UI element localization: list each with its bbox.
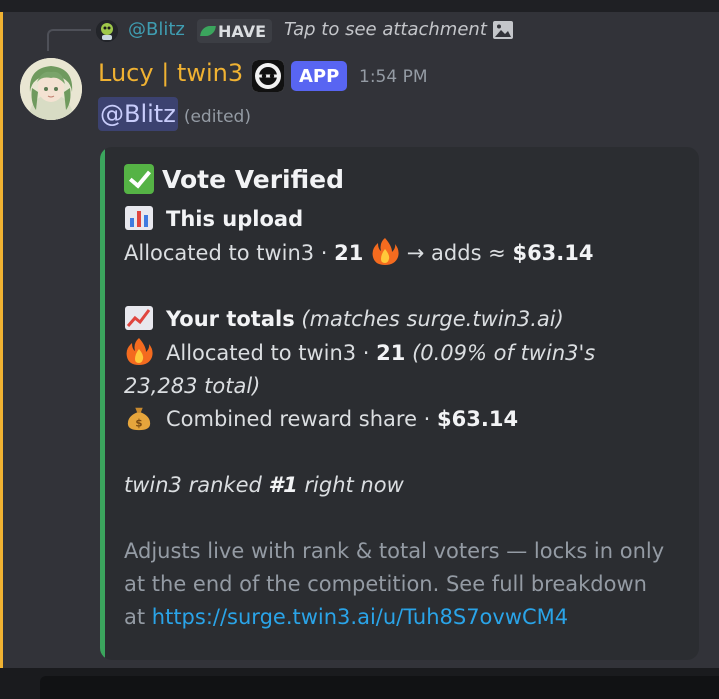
money-bag-icon: $ [127,407,151,431]
reward-prefix: Combined reward share · [166,407,438,431]
reply-preview-text[interactable]: Tap to see attachment [284,19,487,40]
svg-text:$: $ [135,418,142,429]
vote-embed: Vote Verified This upload Allocated to t… [100,147,699,660]
upload-heading: This upload [166,207,304,231]
upload-heading-line: This upload [124,203,684,236]
rank-value: #1 [268,473,298,497]
reply-avatar[interactable] [96,20,118,42]
totals-note: (matches surge.twin3.ai) [301,307,564,331]
reply-connector [47,29,91,51]
leaf-icon [200,26,216,36]
embed-accent-bar [100,147,105,660]
message-content: @Blitz (edited) [98,97,251,131]
alloc-count: 21 [376,341,406,365]
alloc-line-2: 23,283 total) [124,370,684,403]
rank-suffix: right now [297,473,404,497]
footer-prefix: at [124,605,152,629]
embed-title: Vote Verified [124,161,684,197]
reply-username[interactable]: @Blitz [128,19,185,40]
footer-line-3: at https://surge.twin3.ai/u/Tuh8S7ovwCM4 [124,601,684,634]
breakdown-link[interactable]: https://surge.twin3.ai/u/Tuh8S7ovwCM4 [152,605,568,629]
author-name[interactable]: Lucy | twin3 [98,59,243,87]
upload-count: 21 [334,241,364,265]
upload-adds: → adds ≈ [406,241,513,265]
reward-line: $ Combined reward share · $63.14 [124,403,684,436]
footer-line-2: at the end of the competition. See full … [124,572,647,596]
reward-amount: $63.14 [437,407,519,431]
check-mark-icon [124,164,154,194]
footer-line-1: Adjusts live with rank & total voters — … [124,539,665,563]
totals-heading: Your totals [166,307,295,331]
twin3-logo-icon [252,60,284,92]
totals-heading-line: Your totals (matches surge.twin3.ai) [124,303,684,336]
upload-amount: $63.14 [512,241,594,265]
alloc-note-1: (0.09% of twin3's [412,341,596,365]
fire-icon [126,338,153,365]
alloc-note-2: 23,283 total) [124,374,261,398]
chart-increasing-icon [125,306,153,330]
bottom-bar [0,668,719,699]
fire-icon [372,238,399,265]
top-bar [0,0,719,12]
reply-server-tag[interactable]: HAVE [197,19,272,43]
app-badge: APP [291,61,348,91]
edited-label: (edited) [183,107,251,127]
image-icon [493,21,513,39]
embed-title-text: Vote Verified [162,164,344,194]
reply-tag-label: HAVE [218,21,266,41]
author-avatar[interactable] [20,58,82,120]
bar-chart-icon [125,206,153,230]
highlight-accent-bar [0,12,3,668]
rank-line: twin3 ranked #1 right now [124,469,684,502]
upload-detail-line: Allocated to twin3 · 21 → adds ≈ $63.14 [124,236,684,270]
message-input-area[interactable] [40,676,719,699]
upload-prefix: Allocated to twin3 · [124,241,335,265]
user-mention[interactable]: @Blitz [98,97,178,131]
rank-prefix: twin3 ranked [124,473,269,497]
alloc-line: Allocated to twin3 · 21 (0.09% of twin3'… [124,336,684,370]
message-timestamp[interactable]: 1:54 PM [359,67,428,87]
alloc-prefix: Allocated to twin3 · [166,341,377,365]
